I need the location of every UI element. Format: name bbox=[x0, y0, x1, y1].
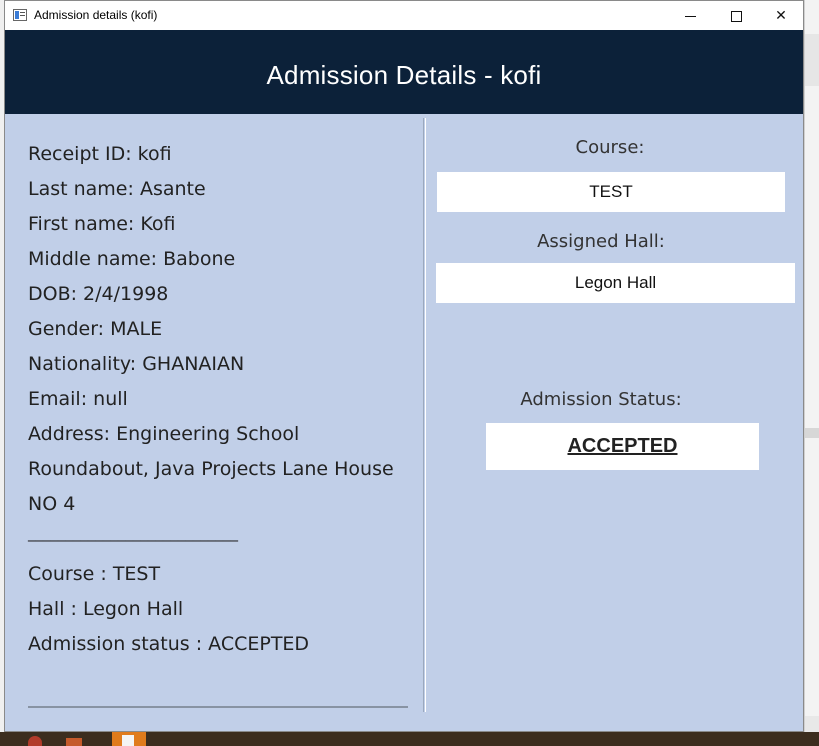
admission-details-window: Admission details (kofi) ✕ Admission Det… bbox=[4, 0, 804, 732]
gender-text: Gender: MALE bbox=[28, 318, 163, 340]
admission-status-label: Admission Status: bbox=[520, 389, 682, 410]
bottom-rule bbox=[28, 706, 408, 708]
separator-line: ____________________________ bbox=[28, 524, 238, 542]
address-text: Address: Engineering School bbox=[28, 423, 300, 445]
assigned-hall-label: Assigned Hall: bbox=[537, 231, 665, 252]
page-title: Admission Details - kofi bbox=[266, 60, 542, 90]
window-title: Admission details (kofi) bbox=[34, 8, 158, 22]
minimize-button[interactable] bbox=[667, 1, 713, 30]
maximize-button[interactable] bbox=[713, 1, 759, 30]
address-text-line2: Roundabout, Java Projects Lane House bbox=[28, 458, 394, 480]
dob-text: DOB: 2/4/1998 bbox=[28, 283, 169, 305]
maximize-icon bbox=[730, 10, 742, 22]
receipt-id-text: Receipt ID: kofi bbox=[28, 143, 172, 165]
java-app-icon bbox=[13, 9, 27, 21]
nationality-text: Nationality: GHANAIAN bbox=[28, 353, 245, 375]
first-name-text: First name: Kofi bbox=[28, 213, 176, 235]
panel-divider bbox=[423, 118, 426, 712]
email-text: Email: null bbox=[28, 388, 128, 410]
hall-value-field: Legon Hall bbox=[436, 263, 795, 303]
minimize-icon bbox=[684, 15, 696, 17]
taskbar-app-icon[interactable] bbox=[66, 738, 82, 746]
taskbar-app-icon[interactable] bbox=[112, 732, 146, 746]
status-summary-text: Admission status : ACCEPTED bbox=[28, 633, 310, 655]
admission-status-value: ACCEPTED bbox=[486, 423, 759, 470]
student-info-panel: Receipt ID: kofi Last name: Asante First… bbox=[5, 114, 423, 711]
window-titlebar[interactable]: Admission details (kofi) ✕ bbox=[5, 1, 803, 30]
course-label: Course: bbox=[575, 137, 645, 158]
last-name-text: Last name: Asante bbox=[28, 178, 206, 200]
header-banner: Admission Details - kofi bbox=[5, 30, 803, 114]
address-text-line3: NO 4 bbox=[28, 493, 76, 515]
background-app-edge bbox=[804, 0, 819, 746]
close-icon: ✕ bbox=[775, 7, 787, 23]
course-value-field: TEST bbox=[437, 172, 785, 212]
hall-summary-text: Hall : Legon Hall bbox=[28, 598, 184, 620]
course-summary-text: Course : TEST bbox=[28, 563, 161, 585]
taskbar bbox=[0, 732, 819, 746]
taskbar-app-icon[interactable] bbox=[28, 736, 42, 746]
close-button[interactable]: ✕ bbox=[758, 1, 804, 30]
middle-name-text: Middle name: Babone bbox=[28, 248, 236, 270]
